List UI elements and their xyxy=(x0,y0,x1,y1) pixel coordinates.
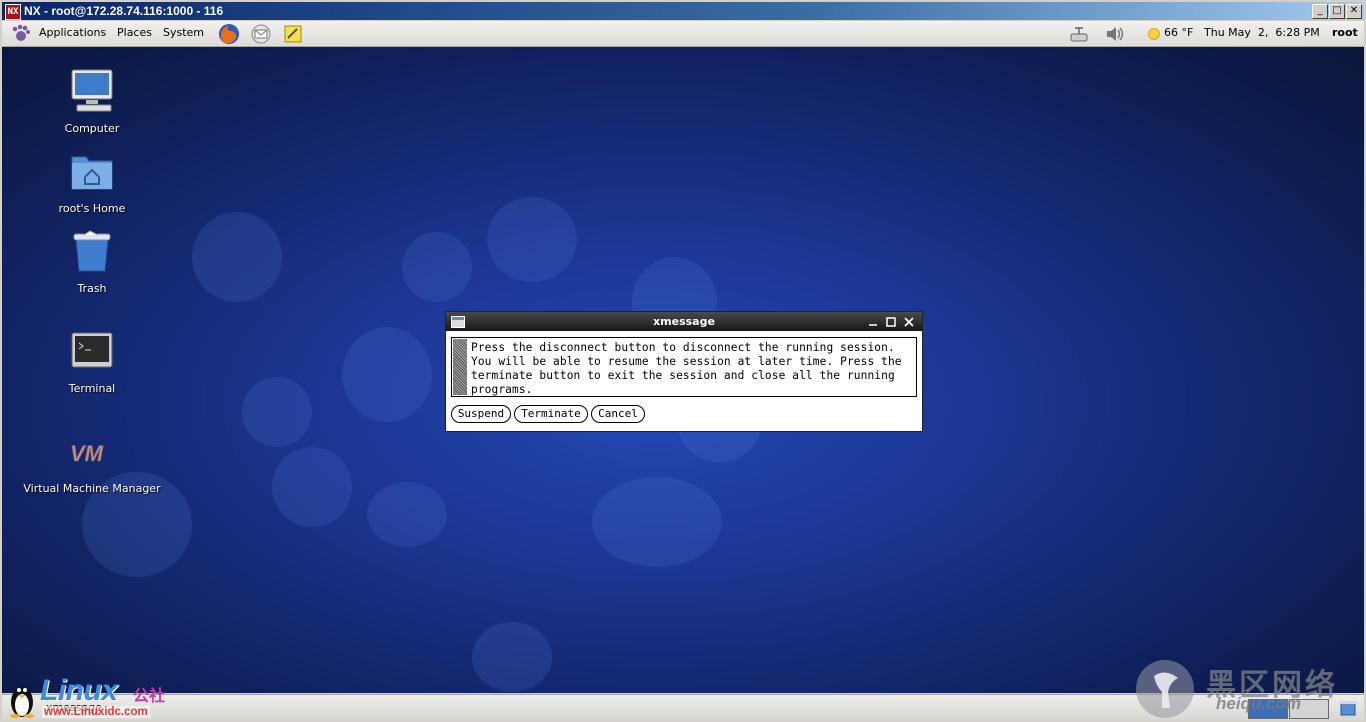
terminal-icon xyxy=(71,332,113,368)
dialog-close-icon[interactable] xyxy=(904,317,914,327)
desktop-icon-virtual-machine-manager[interactable]: VM Virtual Machine Manager xyxy=(12,427,172,495)
desktop-icon-label: Virtual Machine Manager xyxy=(23,482,161,495)
desktop-icon-terminal[interactable]: Terminal xyxy=(12,327,172,395)
vmm-icon: VM xyxy=(70,441,104,467)
sun-icon xyxy=(1148,28,1160,40)
minimize-button[interactable]: _ xyxy=(1312,4,1328,19)
user-menu[interactable]: root xyxy=(1332,26,1358,39)
nx-logo-icon: NX xyxy=(5,4,21,20)
desktop-icon-trash[interactable]: Trash xyxy=(12,227,172,295)
volume-icon[interactable] xyxy=(1104,24,1126,44)
network-icon[interactable] xyxy=(1069,24,1091,44)
heiqu-url: heiqu.com xyxy=(1216,694,1302,713)
terminate-button[interactable]: Terminate xyxy=(514,405,588,423)
heiqu-watermark: 黑区网络 heiqu.com xyxy=(1130,656,1366,722)
dialog-minimize-icon[interactable] xyxy=(868,317,878,327)
suspend-button[interactable]: Suspend xyxy=(451,405,511,423)
desktop-icon-home[interactable]: root's Home xyxy=(12,147,172,215)
close-button[interactable]: ✕ xyxy=(1346,4,1362,19)
dialog-title: xmessage xyxy=(653,315,715,328)
linuxidc-url: www.Linuxidc.com xyxy=(42,706,150,718)
cancel-button[interactable]: Cancel xyxy=(591,405,645,423)
top-panel: Applications Places System 66 °F Thu May… xyxy=(2,21,1364,47)
home-folder-icon xyxy=(71,156,113,190)
menu-system[interactable]: System xyxy=(163,26,204,39)
tux-penguin-icon xyxy=(10,687,34,718)
desktop-icon-label: Computer xyxy=(64,122,120,135)
mail-icon[interactable] xyxy=(250,23,272,45)
svg-text:VM: VM xyxy=(70,441,104,466)
message-area: Press the disconnect button to disconnec… xyxy=(451,337,917,397)
nx-window: NX NX - root@172.28.74.116:1000 - 116 _ … xyxy=(0,0,1366,722)
heiqu-logo-icon xyxy=(1136,660,1194,718)
computer-icon xyxy=(71,69,113,112)
desktop-icon-label: root's Home xyxy=(58,202,126,215)
clock[interactable]: Thu May 2, 6:28 PM xyxy=(1204,26,1320,39)
dialog-titlebar[interactable]: xmessage xyxy=(446,312,922,331)
desktop-icon-computer[interactable]: Computer xyxy=(12,67,172,135)
menu-places[interactable]: Places xyxy=(117,26,152,39)
firefox-icon[interactable] xyxy=(217,22,241,46)
desktop-icon-label: Trash xyxy=(77,282,107,295)
scrollbar[interactable] xyxy=(453,339,467,395)
notes-icon[interactable] xyxy=(282,23,304,45)
linuxidc-watermark: Linux 公社 www.Linuxidc.com xyxy=(6,674,186,722)
desktop-icon-label: Terminal xyxy=(68,382,116,395)
dialog-maximize-icon[interactable] xyxy=(886,317,896,327)
linux-logo-cn: 公社 xyxy=(133,686,166,705)
xmessage-dialog: xmessage Press the disconnect button to … xyxy=(445,311,923,432)
maximize-button[interactable]: □ xyxy=(1329,4,1345,19)
linux-logo-text: Linux xyxy=(40,674,118,707)
menu-applications[interactable]: Applications xyxy=(39,26,106,39)
window-title: NX - root@172.28.74.116:1000 - 116 xyxy=(24,4,224,18)
trash-icon xyxy=(73,230,111,272)
nx-titlebar[interactable]: NX NX - root@172.28.74.116:1000 - 116 _ … xyxy=(2,2,1364,20)
gnome-foot-icon[interactable] xyxy=(11,24,31,44)
message-text: Press the disconnect button to disconnec… xyxy=(471,341,902,396)
weather-temperature[interactable]: 66 °F xyxy=(1164,26,1193,39)
